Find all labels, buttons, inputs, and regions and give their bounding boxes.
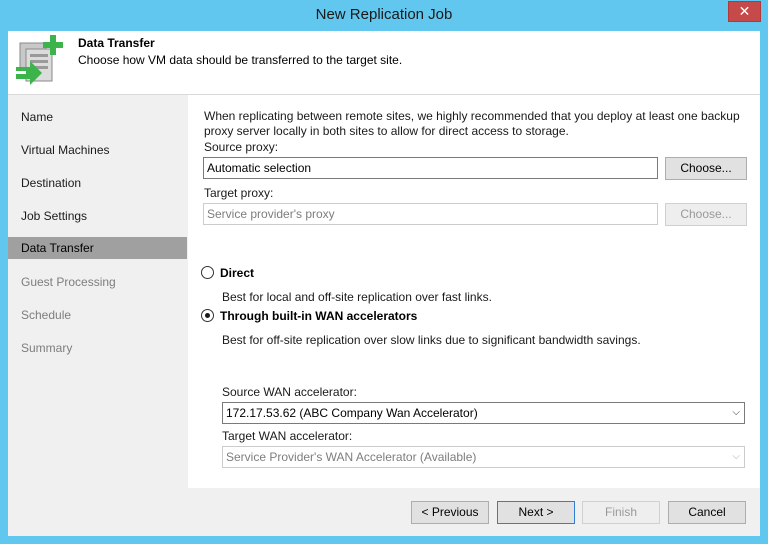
chevron-down-icon: ⌵ bbox=[732, 407, 740, 418]
target-proxy-label: Target proxy: bbox=[204, 186, 274, 200]
sidebar-item-data-transfer[interactable]: Data Transfer bbox=[8, 237, 187, 259]
source-wan-select[interactable]: 172.17.53.62 (ABC Company Wan Accelerato… bbox=[222, 402, 745, 424]
sidebar-item-destination[interactable]: Destination bbox=[8, 172, 187, 194]
cancel-button[interactable]: Cancel bbox=[668, 501, 746, 524]
direct-radio-label[interactable]: Direct bbox=[220, 266, 254, 280]
sidebar-item-job-settings[interactable]: Job Settings bbox=[8, 205, 187, 227]
sidebar-item-name[interactable]: Name bbox=[8, 106, 187, 128]
wan-accelerator-radio-label[interactable]: Through built-in WAN accelerators bbox=[220, 309, 417, 323]
finish-button: Finish bbox=[582, 501, 660, 524]
wizard-header: Data Transfer Choose how VM data should … bbox=[8, 31, 760, 95]
title-bar[interactable]: New Replication Job ✕ bbox=[0, 0, 768, 32]
sidebar-item-summary: Summary bbox=[21, 341, 73, 355]
wan-accelerator-description: Best for off-site replication over slow … bbox=[222, 333, 641, 347]
target-wan-select: Service Provider's WAN Accelerator (Avai… bbox=[222, 446, 745, 468]
source-proxy-choose-button[interactable]: Choose... bbox=[665, 157, 747, 180]
chevron-down-icon: ⌵ bbox=[732, 451, 740, 462]
wizard-footer: < Previous Next > Finish Cancel bbox=[8, 488, 760, 536]
target-wan-value: Service Provider's WAN Accelerator (Avai… bbox=[226, 450, 477, 464]
wizard-window: New Replication Job ✕ Data Transfer Choo… bbox=[0, 0, 768, 544]
radio-selected-dot bbox=[205, 313, 210, 318]
wizard-client-area: Data Transfer Choose how VM data should … bbox=[8, 31, 760, 536]
sidebar-item-virtual-machines[interactable]: Virtual Machines bbox=[8, 139, 187, 161]
source-wan-label: Source WAN accelerator: bbox=[222, 385, 357, 399]
source-proxy-label: Source proxy: bbox=[204, 140, 279, 154]
proxy-recommendation-text: When replicating between remote sites, w… bbox=[204, 109, 740, 138]
target-proxy-field: Service provider's proxy bbox=[203, 203, 658, 225]
window-title: New Replication Job bbox=[315, 6, 453, 23]
page-description: Choose how VM data should be transferred… bbox=[78, 53, 403, 67]
wizard-content: When replicating between remote sites, w… bbox=[188, 95, 760, 488]
next-button[interactable]: Next > bbox=[497, 501, 575, 524]
source-proxy-field[interactable]: Automatic selection bbox=[203, 157, 658, 179]
previous-button[interactable]: < Previous bbox=[411, 501, 489, 524]
replication-transfer-icon bbox=[16, 35, 63, 85]
direct-description: Best for local and off-site replication … bbox=[222, 290, 492, 304]
target-wan-label: Target WAN accelerator: bbox=[222, 429, 353, 443]
wizard-steps-sidebar: Name Virtual Machines Destination Job Se… bbox=[8, 95, 188, 488]
close-button[interactable]: ✕ bbox=[728, 1, 761, 22]
sidebar-item-schedule: Schedule bbox=[21, 308, 72, 322]
direct-radio[interactable] bbox=[201, 266, 214, 279]
target-proxy-choose-button: Choose... bbox=[665, 203, 747, 226]
source-wan-value: 172.17.53.62 (ABC Company Wan Accelerato… bbox=[226, 406, 478, 420]
sidebar-item-guest-processing: Guest Processing bbox=[21, 275, 116, 289]
wan-accelerator-radio[interactable] bbox=[201, 309, 214, 322]
page-title: Data Transfer bbox=[78, 36, 155, 50]
close-icon: ✕ bbox=[738, 3, 751, 19]
